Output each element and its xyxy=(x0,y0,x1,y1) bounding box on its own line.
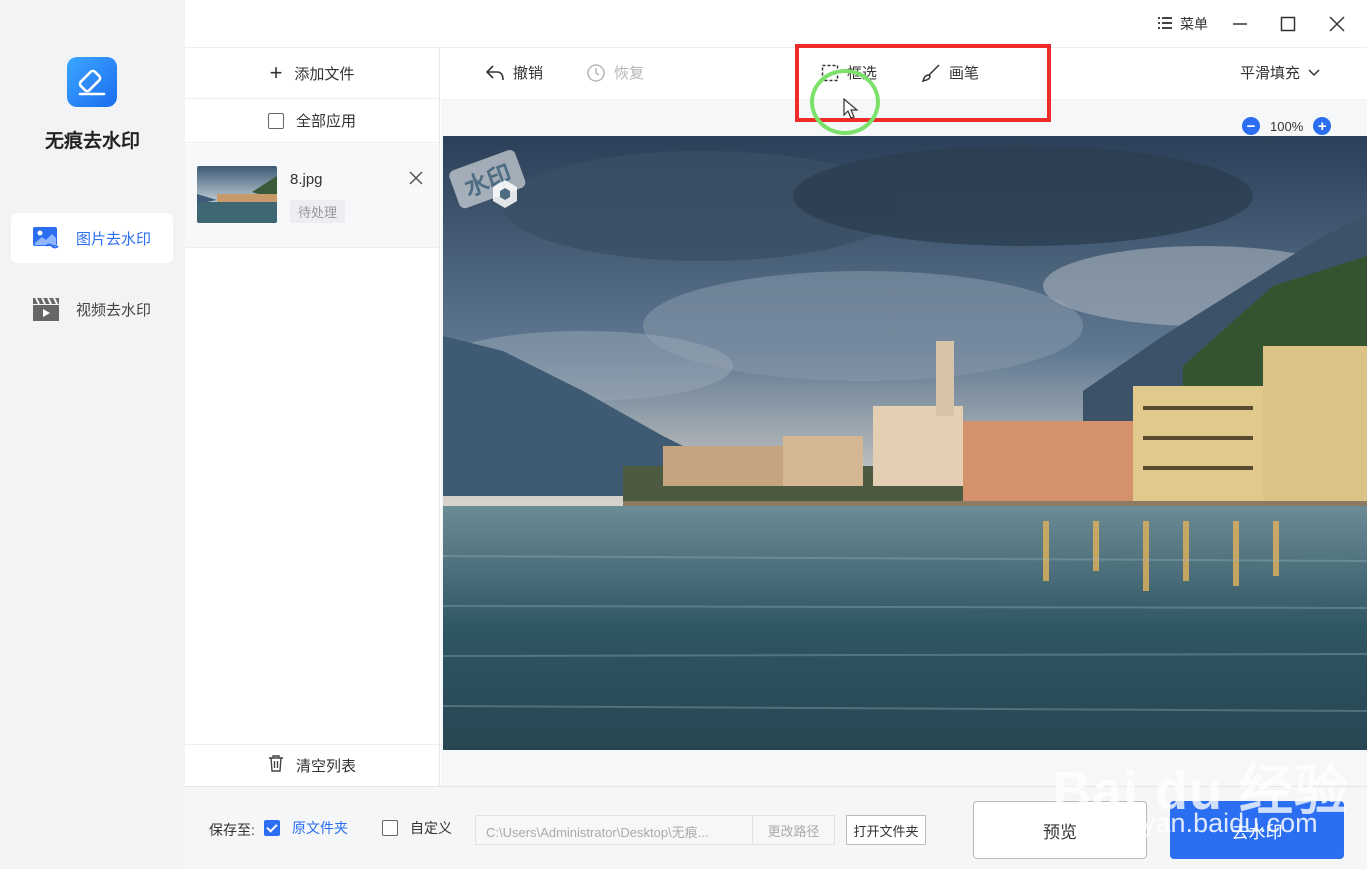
save-path-input[interactable]: C:\Users\Administrator\Desktop\无痕... xyxy=(475,815,755,845)
checkbox-icon xyxy=(267,112,284,129)
remove-file-button[interactable] xyxy=(409,168,423,191)
chevron-down-icon xyxy=(1308,68,1320,77)
nav-item-label: 视频去水印 xyxy=(76,301,152,319)
file-name: 8.jpg xyxy=(290,171,323,188)
undo-button[interactable]: 撤销 xyxy=(485,62,543,83)
file-thumbnail xyxy=(197,166,277,223)
preview-button[interactable]: 预览 xyxy=(973,801,1147,859)
zoom-control: − 100% + xyxy=(1242,117,1332,135)
fill-mode-dropdown[interactable]: 平滑填充 xyxy=(1240,62,1320,83)
apply-all-checkbox[interactable]: 全部应用 xyxy=(185,99,439,143)
close-icon xyxy=(1329,16,1345,32)
list-item[interactable]: 8.jpg 待处理 xyxy=(185,144,439,248)
custom-label: 自定义 xyxy=(410,820,452,836)
apply-all-label: 全部应用 xyxy=(295,113,356,130)
status-badge: 待处理 xyxy=(290,200,346,223)
redo-button[interactable]: 恢复 xyxy=(586,62,644,83)
add-file-label: 添加文件 xyxy=(294,65,355,83)
app-logo xyxy=(67,57,117,107)
left-nav: 无痕去水印 图片去水印 视频去水印 xyxy=(0,0,185,869)
bottom-bar: 保存至: 原文件夹 自定义 C:\Users\Administrator\Des… xyxy=(185,786,1367,869)
undo-icon xyxy=(485,64,505,82)
fill-mode-label: 平滑填充 xyxy=(1240,65,1301,82)
zoom-level: 100% xyxy=(1270,118,1304,134)
nav-item-video-watermark[interactable]: 视频去水印 xyxy=(11,284,173,334)
close-icon xyxy=(409,171,423,185)
zoom-out-button[interactable]: − xyxy=(1242,117,1260,135)
image-icon xyxy=(31,225,61,251)
clear-list-label: 清空列表 xyxy=(295,758,356,775)
maximize-button[interactable] xyxy=(1273,10,1303,38)
maximize-icon xyxy=(1280,16,1296,32)
plus-icon: + xyxy=(269,60,283,85)
custom-folder-checkbox[interactable]: 自定义 xyxy=(382,818,452,838)
zoom-in-button[interactable]: + xyxy=(1313,117,1332,135)
menu-icon xyxy=(1158,16,1172,32)
menu-label: 菜单 xyxy=(1180,16,1208,32)
photo-preview[interactable]: 水印 xyxy=(443,136,1367,750)
add-file-button[interactable]: + 添加文件 xyxy=(185,48,439,99)
eraser-icon xyxy=(78,69,106,96)
minimize-button[interactable] xyxy=(1225,10,1255,38)
menu-button[interactable]: 菜单 xyxy=(1158,14,1208,34)
close-button[interactable] xyxy=(1322,10,1352,38)
checkbox-icon xyxy=(382,820,398,836)
redo-icon xyxy=(586,63,606,83)
checkbox-checked-icon xyxy=(264,820,280,836)
minimize-icon xyxy=(1233,23,1247,25)
change-path-button[interactable]: 更改路径 xyxy=(752,815,835,845)
save-to-label: 保存至: xyxy=(209,822,255,838)
nav-item-image-watermark[interactable]: 图片去水印 xyxy=(11,213,173,263)
file-panel: + 添加文件 全部应用 8.jpg 待处理 清空列表 xyxy=(185,48,440,786)
clear-list-button[interactable]: 清空列表 xyxy=(185,744,439,786)
original-folder-label: 原文件夹 xyxy=(292,820,348,836)
mouse-cursor-icon xyxy=(843,98,859,119)
undo-label: 撤销 xyxy=(513,65,544,82)
redo-label: 恢复 xyxy=(614,65,645,82)
trash-icon xyxy=(268,755,284,776)
app-name: 无痕去水印 xyxy=(44,131,140,152)
remove-watermark-button[interactable]: 去水印 xyxy=(1170,801,1344,859)
nav-item-label: 图片去水印 xyxy=(76,230,152,248)
open-folder-button[interactable]: 打开文件夹 xyxy=(846,815,926,845)
video-icon xyxy=(31,296,61,322)
title-bar: 菜单 xyxy=(185,0,1367,48)
original-folder-checkbox[interactable]: 原文件夹 xyxy=(264,818,348,838)
